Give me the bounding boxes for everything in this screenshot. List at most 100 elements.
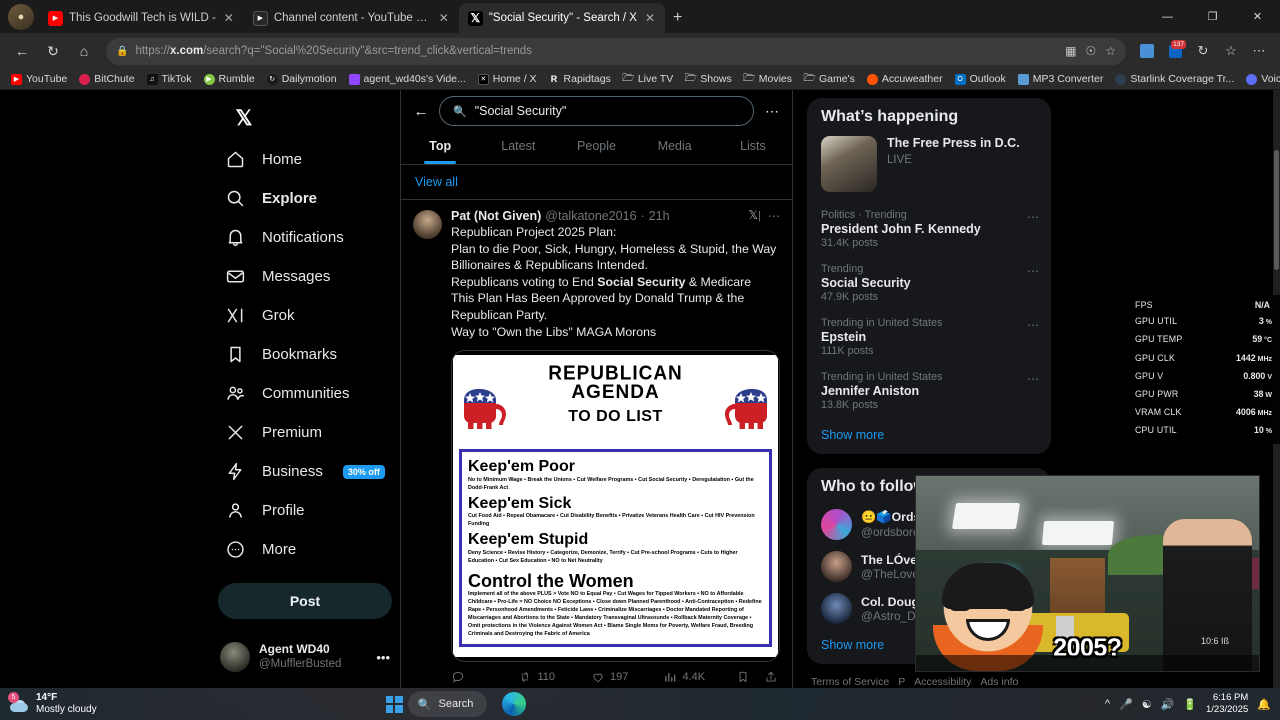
- sidebar-item-notifications[interactable]: Notifications: [210, 218, 400, 257]
- edge-icon[interactable]: [502, 692, 527, 716]
- taskbar-search-box[interactable]: 🔍 Search: [407, 691, 488, 717]
- sidebar-item-home[interactable]: Home: [210, 140, 400, 179]
- account-switcher[interactable]: Agent WD40 @MufflerBusted •••: [210, 636, 400, 678]
- maximize-button[interactable]: ❐: [1190, 0, 1235, 33]
- bookmark-icon[interactable]: [736, 670, 750, 684]
- more-icon[interactable]: ⋯: [1027, 210, 1039, 224]
- close-icon[interactable]: ✕: [643, 11, 657, 25]
- sidebar-item-premium[interactable]: Premium: [210, 413, 400, 452]
- settings-more-icon[interactable]: ⋯: [1246, 38, 1272, 64]
- more-icon[interactable]: ⋯: [1027, 264, 1039, 278]
- wifi-icon[interactable]: ☯: [1142, 698, 1152, 711]
- browser-essentials-icon[interactable]: ☉: [1085, 44, 1096, 58]
- split-screen-icon[interactable]: [1134, 38, 1160, 64]
- volume-icon[interactable]: 🔊: [1161, 698, 1175, 711]
- video-overlay-player[interactable]: 2005? 10:6 Iß: [915, 475, 1260, 672]
- new-tab-button[interactable]: +: [665, 9, 690, 33]
- bookmark-home-x[interactable]: ✕ Home / X: [473, 72, 542, 86]
- taskbar-weather-widget[interactable]: 5 14°F Mostly cloudy: [0, 692, 97, 717]
- close-window-button[interactable]: ✕: [1235, 0, 1280, 33]
- sidebar-item-bookmarks[interactable]: Bookmarks: [210, 335, 400, 374]
- more-icon[interactable]: •••: [376, 650, 390, 665]
- reply-button[interactable]: [451, 670, 518, 684]
- bookmark-youtube[interactable]: ▶ YouTube: [6, 72, 72, 86]
- footer-link-ads-info[interactable]: Ads info: [980, 674, 1018, 688]
- bookmark-dailymotion[interactable]: ↻ Dailymotion: [262, 72, 342, 86]
- grok-icon[interactable]: 𝕏|: [748, 208, 760, 223]
- more-icon[interactable]: ⋯: [1027, 318, 1039, 332]
- tweet-author-name[interactable]: Pat (Not Given): [451, 209, 541, 223]
- bookmark-live-tv[interactable]: 🗁 Live TV: [618, 72, 678, 86]
- footer-link-accessibility[interactable]: Accessibility: [914, 674, 971, 688]
- tweet-image-republican-agenda[interactable]: REPUBLICAN AGENDA TO DO LIST Keep'em Poo…: [451, 350, 780, 663]
- bookmark-movies[interactable]: 🗁 Movies: [739, 72, 797, 86]
- show-hidden-icons[interactable]: ^: [1105, 698, 1110, 710]
- bookmark-starlink[interactable]: Starlink Coverage Tr...: [1110, 72, 1239, 86]
- home-button[interactable]: ⌂: [70, 37, 98, 65]
- browser-profile-icon[interactable]: ●: [8, 4, 34, 30]
- footer-link-terms[interactable]: Terms of Service: [811, 674, 889, 688]
- x-logo-icon[interactable]: 𝕏: [222, 96, 266, 140]
- favorites-icon[interactable]: ☆: [1218, 38, 1244, 64]
- like-button[interactable]: 197: [591, 670, 664, 684]
- bookmark-accuweather[interactable]: Accuweather: [862, 72, 948, 86]
- bookmark-mp3-converter[interactable]: MP3 Converter: [1013, 72, 1109, 86]
- bookmark-outlook[interactable]: O Outlook: [950, 72, 1011, 86]
- sidebar-item-messages[interactable]: Messages: [210, 257, 400, 296]
- bookmark-twitch-videos[interactable]: agent_wd40s's Vide...: [344, 72, 471, 86]
- sidebar-item-business[interactable]: Business 30% off: [210, 452, 400, 491]
- trend-item[interactable]: Politics · Trending President John F. Ke…: [807, 204, 1051, 258]
- post-button[interactable]: Post: [218, 583, 392, 619]
- views-stat[interactable]: 4.4K: [663, 670, 736, 684]
- more-icon[interactable]: ⋯: [1027, 372, 1039, 386]
- browser-tab-2[interactable]: Channel content - YouTube Studi ✕: [244, 3, 459, 33]
- footer-link-privacy[interactable]: P: [898, 674, 905, 688]
- back-arrow-icon[interactable]: ←: [407, 97, 435, 125]
- tweet-author-handle[interactable]: @talkatone2016: [545, 209, 636, 223]
- sidebar-item-profile[interactable]: Profile: [210, 491, 400, 530]
- tweet-card[interactable]: Pat (Not Given) @talkatone2016 · 21h 𝕏| …: [401, 200, 792, 688]
- tab-lists[interactable]: Lists: [714, 130, 792, 164]
- close-icon[interactable]: ✕: [222, 11, 236, 25]
- sidebar-item-grok[interactable]: Grok: [210, 296, 400, 335]
- minimize-button[interactable]: —: [1145, 0, 1190, 33]
- trend-item[interactable]: Trending in United States Epstein 111K p…: [807, 312, 1051, 366]
- view-all-link[interactable]: View all: [401, 165, 792, 200]
- browser-tab-1[interactable]: This Goodwill Tech is WILD - ✕: [39, 3, 244, 33]
- retweet-button[interactable]: 110: [518, 670, 591, 684]
- sidebar-item-communities[interactable]: Communities: [210, 374, 400, 413]
- show-more-trends-link[interactable]: Show more: [807, 420, 1051, 454]
- tab-latest[interactable]: Latest: [479, 130, 557, 164]
- video-progress-bar[interactable]: 10:6 Iß: [916, 636, 1259, 671]
- bookmark-bitchute[interactable]: BitChute: [74, 72, 139, 86]
- battery-icon[interactable]: 🔋: [1183, 698, 1197, 711]
- browser-tab-3-active[interactable]: "Social Security" - Search / X ✕: [458, 3, 666, 33]
- sidebar-item-more[interactable]: More: [210, 530, 400, 569]
- close-icon[interactable]: ✕: [437, 11, 451, 25]
- scrollbar-thumb[interactable]: [1274, 150, 1279, 270]
- more-options-icon[interactable]: ⋯: [758, 97, 786, 125]
- trend-item[interactable]: Trending in United States Jennifer Anist…: [807, 366, 1051, 420]
- bookmark-games[interactable]: 🗁 Game's: [799, 72, 860, 86]
- tab-people[interactable]: People: [557, 130, 635, 164]
- bookmark-tiktok[interactable]: ♫ TikTok: [142, 72, 197, 86]
- reload-button[interactable]: ↻: [39, 37, 67, 65]
- history-icon[interactable]: ↻: [1190, 38, 1216, 64]
- more-icon[interactable]: ⋯: [768, 208, 781, 223]
- avatar[interactable]: [413, 210, 442, 239]
- search-input[interactable]: 🔍 "Social Security": [439, 96, 754, 126]
- taskbar-clock[interactable]: 6:16 PM 1/23/2025: [1206, 692, 1248, 717]
- sidebar-item-explore[interactable]: Explore: [210, 179, 400, 218]
- bookmark-rapidtags[interactable]: R Rapidtags: [544, 72, 616, 86]
- bookmark-shows[interactable]: 🗁 Shows: [680, 72, 737, 86]
- windows-start-icon[interactable]: [385, 695, 403, 713]
- microphone-icon[interactable]: 🎤: [1119, 698, 1133, 711]
- bookmark-rumble[interactable]: ▶ Rumble: [199, 72, 260, 86]
- share-icon[interactable]: [764, 670, 778, 684]
- tab-media[interactable]: Media: [636, 130, 714, 164]
- trend-item[interactable]: Trending Social Security 47.9K posts ⋯: [807, 258, 1051, 312]
- linkedin-icon[interactable]: 137: [1162, 38, 1188, 64]
- bookmark-voicemaker[interactable]: VoiceMaker: [1241, 72, 1280, 86]
- notification-bell-icon[interactable]: 🔔: [1257, 698, 1271, 711]
- back-button[interactable]: ←: [8, 37, 36, 65]
